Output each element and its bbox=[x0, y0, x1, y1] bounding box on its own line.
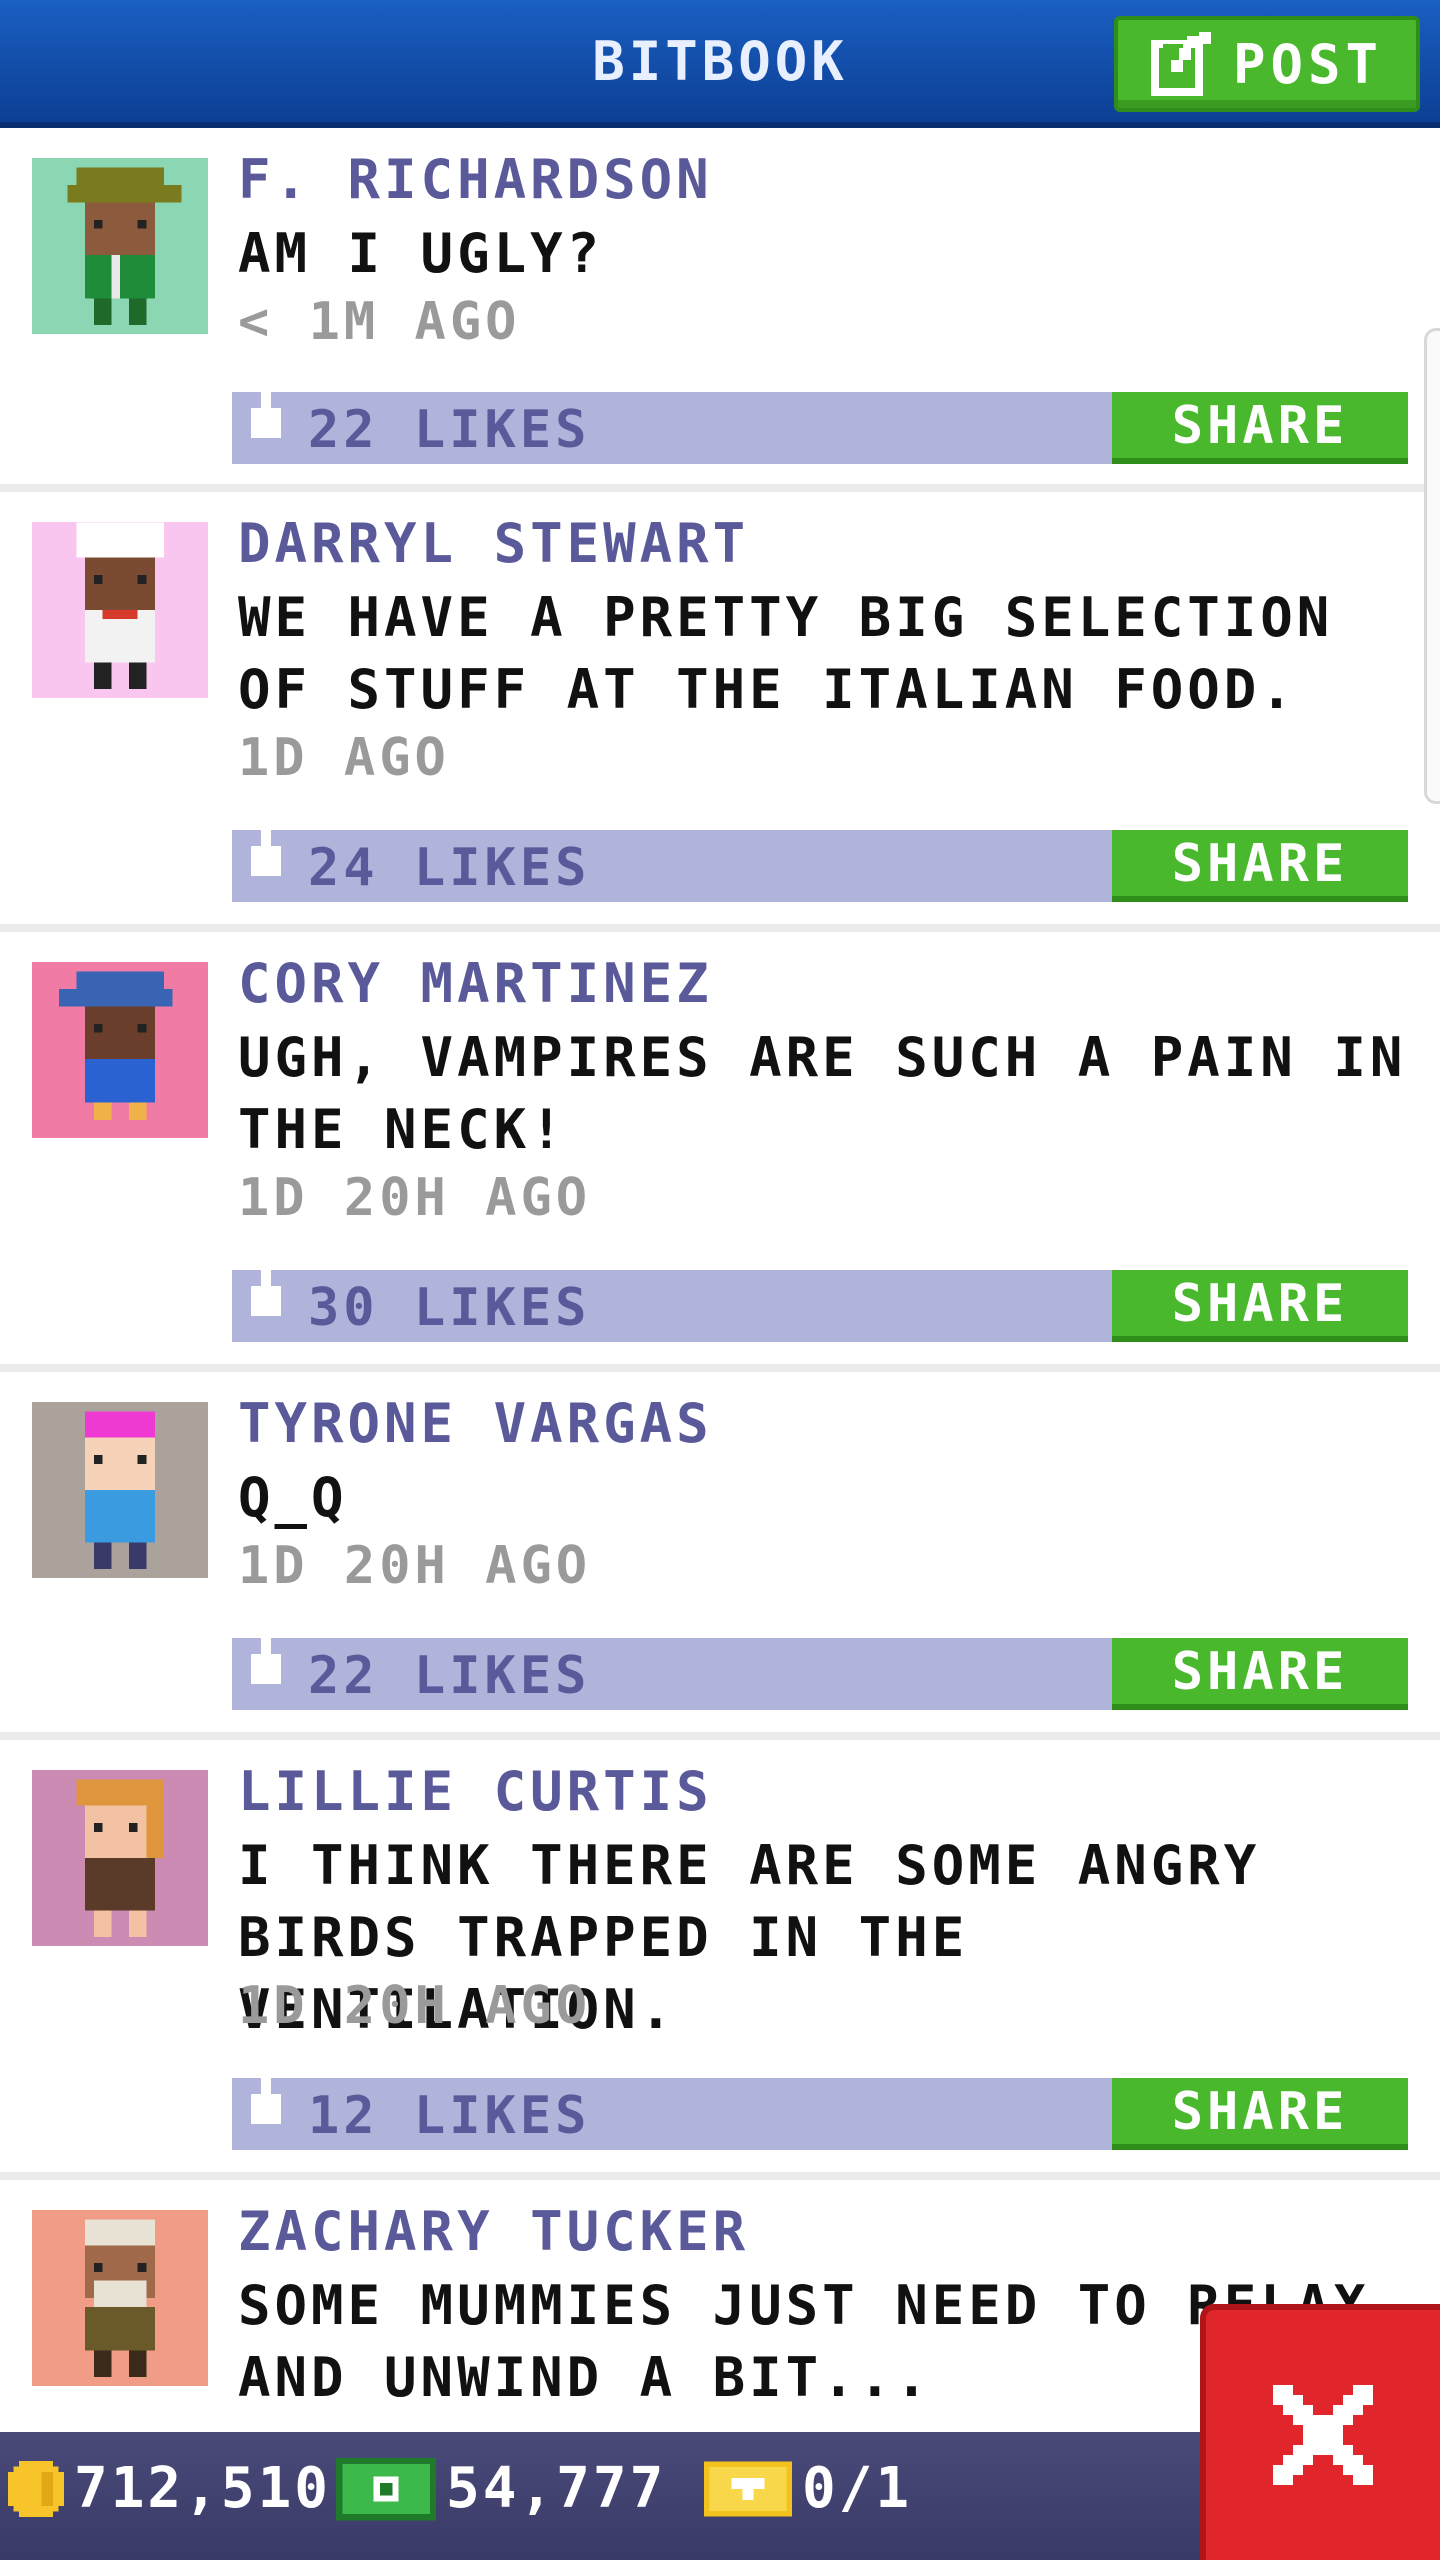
post-time: < 1M AGO bbox=[238, 292, 521, 352]
like-icon[interactable] bbox=[246, 1624, 286, 1694]
post-message: WE HAVE A PRETTY BIG SELECTION OF STUFF … bbox=[238, 586, 1334, 721]
feed-post: LILLIE CURTIS I THINK THERE ARE SOME ANG… bbox=[0, 1740, 1440, 2180]
character-avatar-icon bbox=[85, 1411, 155, 1569]
post-time: 1D 20H AGO bbox=[238, 1168, 592, 1228]
like-count: 24 LIKES bbox=[308, 838, 591, 898]
like-bar: 22 LIKES SHARE bbox=[232, 1624, 1408, 1710]
post-message: Q_Q bbox=[238, 1466, 348, 1529]
like-icon[interactable] bbox=[246, 378, 286, 448]
close-icon bbox=[1273, 2385, 1373, 2485]
share-button[interactable]: SHARE bbox=[1112, 392, 1408, 464]
bux-value: 54,777 bbox=[446, 2456, 667, 2521]
like-count: 22 LIKES bbox=[308, 400, 591, 460]
character-avatar-icon bbox=[58, 971, 173, 1120]
post-author[interactable]: LILLIE CURTIS bbox=[238, 1760, 713, 1823]
post-time: 1D 20H AGO bbox=[238, 1536, 592, 1596]
like-icon[interactable] bbox=[246, 816, 286, 886]
feed-post: F. RICHARDSON AM I UGLY? < 1M AGO 22 LIK… bbox=[0, 128, 1440, 492]
tickets-stat: 0/1 bbox=[704, 2456, 912, 2521]
post-author[interactable]: DARRYL STEWART bbox=[238, 512, 749, 575]
feed-post: DARRYL STEWART WE HAVE A PRETTY BIG SELE… bbox=[0, 492, 1440, 932]
like-icon[interactable] bbox=[246, 2064, 286, 2134]
post-button[interactable]: POST bbox=[1114, 16, 1420, 112]
like-bar: 12 LIKES SHARE bbox=[232, 2064, 1408, 2150]
post-author[interactable]: ZACHARY TUCKER bbox=[238, 2200, 749, 2263]
tickets-value: 0/1 bbox=[802, 2456, 913, 2521]
avatar[interactable] bbox=[32, 1402, 208, 1578]
avatar[interactable] bbox=[32, 158, 208, 334]
like-count: 12 LIKES bbox=[308, 2086, 591, 2146]
post-message: AM I UGLY? bbox=[238, 222, 604, 285]
feed-post: TYRONE VARGAS Q_Q 1D 20H AGO 22 LIKES SH… bbox=[0, 1372, 1440, 1740]
like-bar: 22 LIKES SHARE bbox=[232, 378, 1408, 464]
like-icon[interactable] bbox=[246, 1256, 286, 1326]
coins-stat: 712,510 bbox=[8, 2456, 331, 2521]
like-count: 30 LIKES bbox=[308, 1278, 591, 1338]
post-author[interactable]: F. RICHARDSON bbox=[238, 148, 713, 211]
share-button[interactable]: SHARE bbox=[1112, 1270, 1408, 1342]
scrollbar[interactable] bbox=[1424, 328, 1440, 804]
character-avatar-icon bbox=[76, 1779, 164, 1937]
avatar[interactable] bbox=[32, 1770, 208, 1946]
feed-post: CORY MARTINEZ UGH, VAMPIRES ARE SUCH A P… bbox=[0, 932, 1440, 1372]
avatar[interactable] bbox=[32, 962, 208, 1138]
post-button-label: POST bbox=[1232, 32, 1384, 96]
share-button[interactable]: SHARE bbox=[1112, 830, 1408, 902]
like-bar: 30 LIKES SHARE bbox=[232, 1256, 1408, 1342]
share-button[interactable]: SHARE bbox=[1112, 2078, 1408, 2150]
post-author[interactable]: CORY MARTINEZ bbox=[238, 952, 713, 1015]
coin-icon bbox=[8, 2460, 64, 2517]
bux-stat: 54,777 bbox=[336, 2456, 666, 2521]
like-count: 22 LIKES bbox=[308, 1646, 591, 1706]
share-button[interactable]: SHARE bbox=[1112, 1638, 1408, 1710]
news-feed[interactable]: F. RICHARDSON AM I UGLY? < 1M AGO 22 LIK… bbox=[0, 128, 1440, 2480]
character-avatar-icon bbox=[67, 167, 182, 325]
avatar[interactable] bbox=[32, 2210, 208, 2386]
post-message: UGH, VAMPIRES ARE SUCH A PAIN IN THE NEC… bbox=[238, 1026, 1407, 1161]
post-author[interactable]: TYRONE VARGAS bbox=[238, 1392, 713, 1455]
post-edit-icon bbox=[1150, 32, 1211, 96]
bux-icon bbox=[336, 2457, 436, 2520]
post-time: 1D AGO bbox=[238, 728, 450, 788]
ticket-icon bbox=[704, 2461, 792, 2516]
coins-value: 712,510 bbox=[74, 2456, 332, 2521]
character-avatar-icon bbox=[85, 2219, 155, 2377]
app-header: BITBOOK POST bbox=[0, 0, 1440, 128]
character-avatar-icon bbox=[76, 522, 164, 689]
avatar[interactable] bbox=[32, 522, 208, 698]
close-button[interactable] bbox=[1200, 2304, 1440, 2560]
like-bar: 24 LIKES SHARE bbox=[232, 816, 1408, 902]
post-time: 1D 20H AGO bbox=[238, 1976, 592, 2036]
